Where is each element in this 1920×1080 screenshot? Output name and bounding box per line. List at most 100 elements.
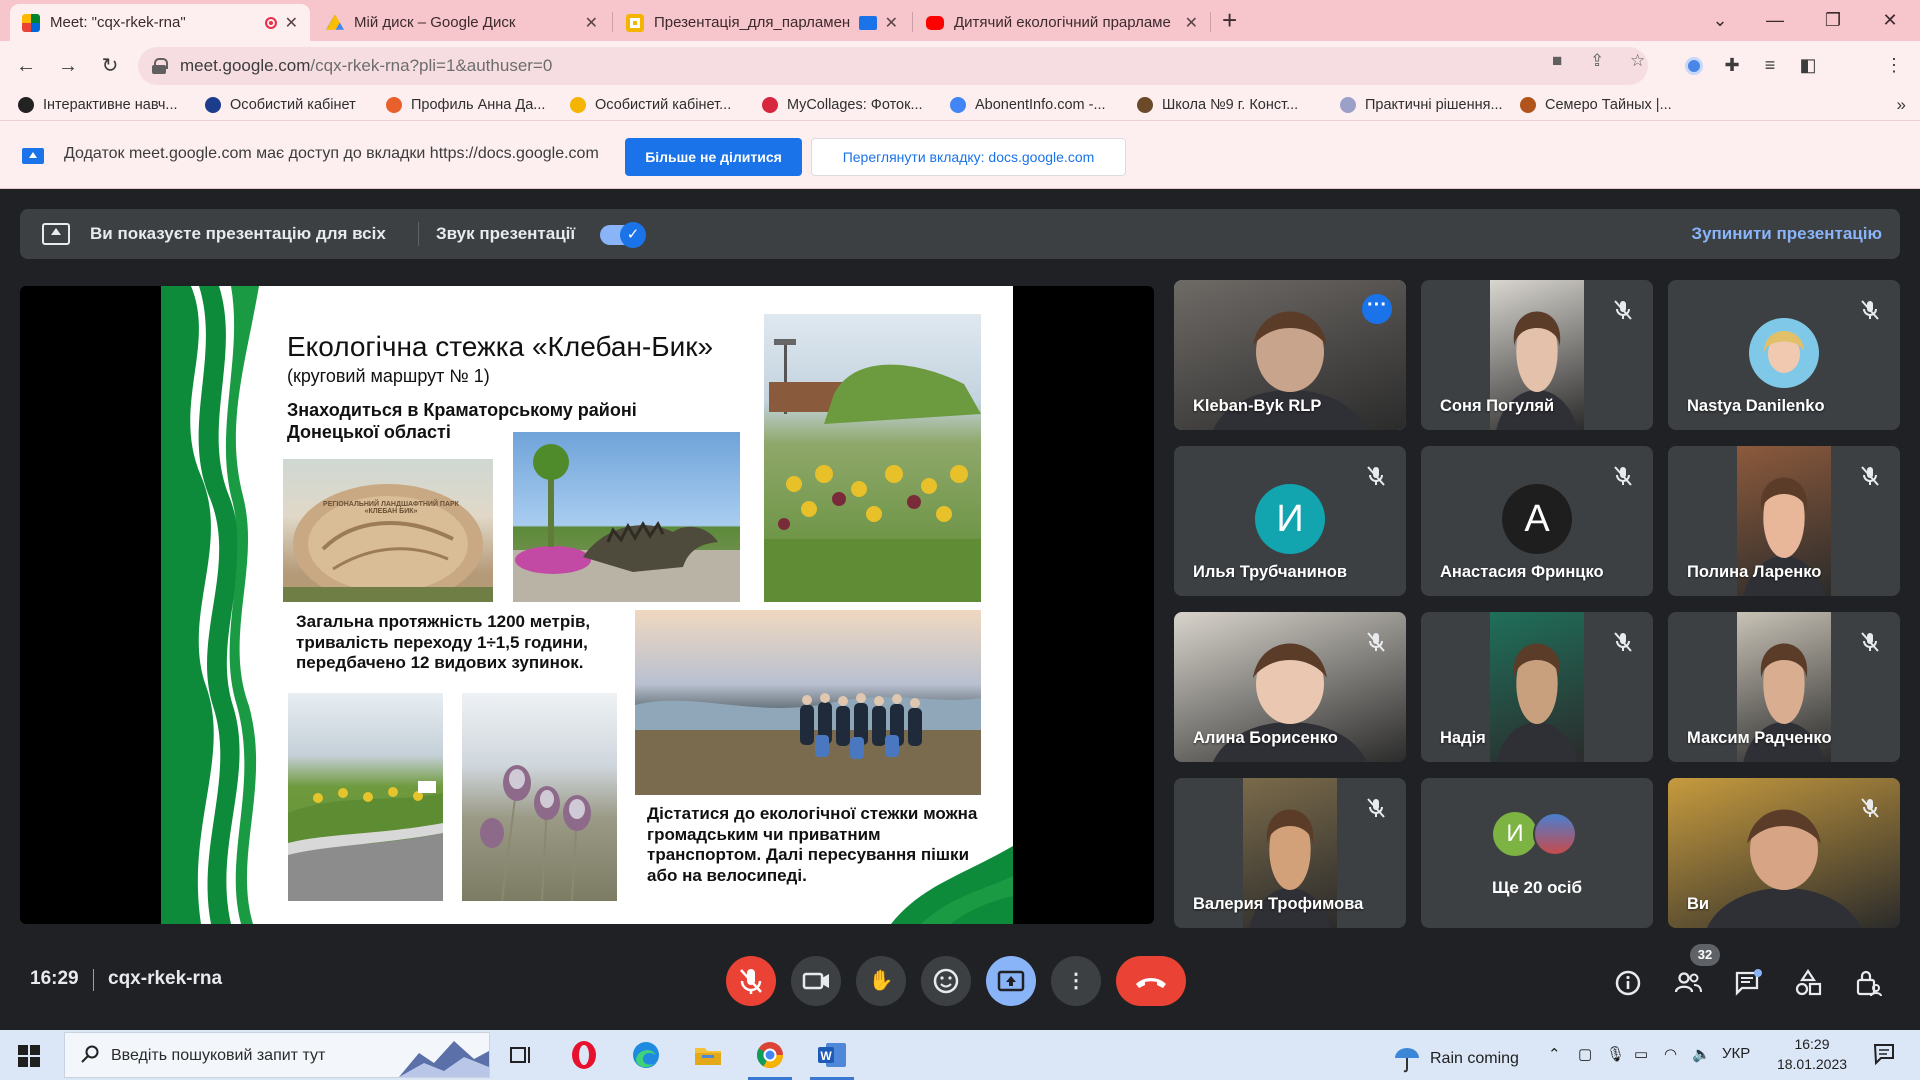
more-options-button[interactable]: ⋮ (1051, 956, 1101, 1006)
view-shared-tab-button[interactable]: Переглянути вкладку: docs.google.com (811, 138, 1126, 176)
taskbar-search-input[interactable]: Введіть пошуковий запит тут (64, 1032, 490, 1078)
tab-search-chevron-icon[interactable]: ⌄ (1700, 4, 1740, 36)
close-tab-icon[interactable]: ✕ (585, 13, 598, 33)
participant-avatar: И (1255, 484, 1325, 554)
extensions-puzzle-icon[interactable]: ✚ (1718, 51, 1746, 79)
iris-garden-photo (764, 314, 981, 602)
tab-slides-presentation[interactable]: Презентація_для_парламен ✕ (614, 4, 910, 41)
checkmark-icon: ✓ (620, 222, 646, 248)
bookmark-item[interactable]: Практичні рішення... (1340, 97, 1503, 113)
people-button[interactable] (1673, 968, 1703, 998)
participant-tile[interactable]: И Ще 20 осіб (1421, 778, 1653, 928)
camera-button[interactable] (791, 956, 841, 1006)
notifications-icon[interactable] (1872, 1042, 1896, 1070)
participant-tile[interactable]: А Анастасия Фринцко (1421, 446, 1653, 596)
side-panel-icon[interactable]: ◧ (1794, 51, 1822, 79)
participant-tile[interactable]: Полина Ларенко (1668, 446, 1900, 596)
bookmark-label: Профиль Анна Да... (411, 97, 546, 113)
close-tab-icon[interactable]: ✕ (285, 13, 298, 33)
lock-icon[interactable] (152, 58, 168, 74)
microphone-off-button[interactable] (726, 956, 776, 1006)
reactions-button[interactable] (921, 956, 971, 1006)
more-participants-label: Ще 20 осіб (1492, 878, 1582, 897)
participant-tile[interactable]: Надія (1421, 612, 1653, 762)
close-window-icon[interactable]: ✕ (1870, 4, 1910, 36)
participant-avatar (1533, 812, 1577, 856)
stop-sharing-button[interactable]: Більше не ділитися (625, 138, 802, 176)
input-language[interactable]: УКР (1722, 1045, 1750, 1062)
mic-muted-icon (1611, 630, 1635, 654)
taskbar-clock[interactable]: 16:29 (1772, 1036, 1852, 1052)
hang-up-icon (1136, 978, 1166, 988)
new-tab-icon[interactable]: + (1222, 6, 1237, 34)
participant-tile[interactable]: Kleban-Byk RLP ··· (1174, 280, 1406, 430)
weather-widget[interactable]: Rain coming (1392, 1044, 1519, 1074)
meeting-details-button[interactable] (1613, 968, 1643, 998)
url-text[interactable]: meet.google.com/cqx-rkek-rna?pli=1&authu… (180, 56, 552, 76)
taskbar-date[interactable]: 18.01.2023 (1772, 1056, 1852, 1072)
participant-avatar: И (1493, 812, 1537, 856)
bookmark-label: Особистий кабінет (230, 97, 356, 113)
leave-call-button[interactable] (1116, 956, 1186, 1006)
participant-name: Ви (1687, 895, 1710, 913)
more-bookmarks-icon[interactable]: » (1897, 95, 1906, 115)
presentation-stage[interactable]: Екологічна стежка «Клебан-Бик» (круговий… (20, 286, 1154, 924)
file-explorer-icon[interactable] (692, 1039, 724, 1071)
media-queue-icon[interactable]: ≡ (1756, 51, 1784, 79)
bookmark-item[interactable]: Школа №9 г. Конст... (1137, 97, 1298, 113)
device-icon[interactable]: ▢ (1578, 1045, 1592, 1063)
address-bar[interactable]: meet.google.com/cqx-rkek-rna?pli=1&authu… (138, 47, 1648, 85)
bookmark-item[interactable]: Семеро Тайных |... (1520, 97, 1672, 113)
participant-tile[interactable]: Соня Погуляй (1421, 280, 1653, 430)
bookmark-item[interactable]: Інтерактивне навч... (18, 97, 178, 113)
wifi-icon[interactable]: ◠ (1664, 1045, 1677, 1063)
close-tab-icon[interactable]: ✕ (885, 13, 898, 33)
extension-circle-icon[interactable] (1680, 51, 1708, 79)
share-icon[interactable]: ⇪ (1590, 51, 1604, 71)
participant-tile[interactable]: Ви (1668, 778, 1900, 928)
participant-tile[interactable]: Nastya Danilenko (1668, 280, 1900, 430)
stop-presenting-link[interactable]: Зупинити презентацію (1691, 224, 1882, 244)
camera-in-use-icon[interactable]: ■ (1552, 51, 1562, 71)
windows-start-icon[interactable] (18, 1045, 40, 1067)
task-view-icon[interactable] (505, 1039, 537, 1071)
forward-arrow-icon[interactable]: → (50, 49, 86, 83)
minimize-icon[interactable]: — (1755, 4, 1795, 36)
chrome-browser-icon[interactable] (748, 1039, 792, 1080)
participant-tile[interactable]: Максим Радченко (1668, 612, 1900, 762)
more-options-icon[interactable]: ··· (1362, 294, 1392, 324)
tab-youtube[interactable]: Дитячий екологічний прарламе ✕ (914, 4, 1210, 41)
volume-icon[interactable]: 🔈 (1692, 1045, 1711, 1063)
participant-avatar: А (1502, 484, 1572, 554)
tab-google-drive[interactable]: Мій диск – Google Диск ✕ (314, 4, 610, 41)
bookmark-item[interactable]: MyCollages: Фоток... (762, 97, 923, 113)
sharing-message: Додаток meet.google.com має доступ до вк… (64, 145, 599, 162)
bookmark-item[interactable]: Особистий кабінет (205, 97, 356, 113)
back-arrow-icon[interactable]: ← (8, 49, 44, 83)
word-app-icon[interactable]: W (810, 1039, 854, 1080)
presentation-sound-toggle[interactable]: ✓ (600, 222, 646, 248)
bookmark-item[interactable]: Профиль Анна Да... (386, 97, 545, 113)
close-tab-icon[interactable]: ✕ (1185, 13, 1198, 33)
avatar-initial: И (1276, 498, 1304, 540)
tab-meet[interactable]: Meet: "cqx-rkek-rna" ✕ (10, 4, 310, 41)
raise-hand-button[interactable]: ✋ (856, 956, 906, 1006)
participant-tile[interactable]: Алина Борисенко (1174, 612, 1406, 762)
bookmark-star-icon[interactable]: ☆ (1630, 51, 1645, 71)
browser-menu-icon[interactable]: ⋮ (1880, 51, 1908, 79)
opera-browser-icon[interactable] (568, 1039, 600, 1071)
bookmark-item[interactable]: AbonentInfo.com -... (950, 97, 1106, 113)
chat-button[interactable] (1733, 968, 1763, 998)
present-now-button[interactable] (986, 956, 1036, 1006)
show-hidden-icons-icon[interactable]: ⌃ (1548, 1045, 1561, 1063)
microphone-icon[interactable]: 🎙 (1606, 1045, 1625, 1063)
edge-browser-icon[interactable] (630, 1039, 662, 1071)
bookmark-item[interactable]: Особистий кабінет... (570, 97, 731, 113)
participant-tile[interactable]: Валерия Трофимова (1174, 778, 1406, 928)
reload-icon[interactable]: ↻ (92, 49, 128, 83)
participant-tile[interactable]: И Илья Трубчанинов (1174, 446, 1406, 596)
host-controls-button[interactable] (1853, 968, 1883, 998)
battery-icon[interactable]: ▭ (1634, 1045, 1648, 1063)
activities-button[interactable] (1793, 968, 1823, 998)
restore-icon[interactable]: ❐ (1813, 4, 1853, 36)
